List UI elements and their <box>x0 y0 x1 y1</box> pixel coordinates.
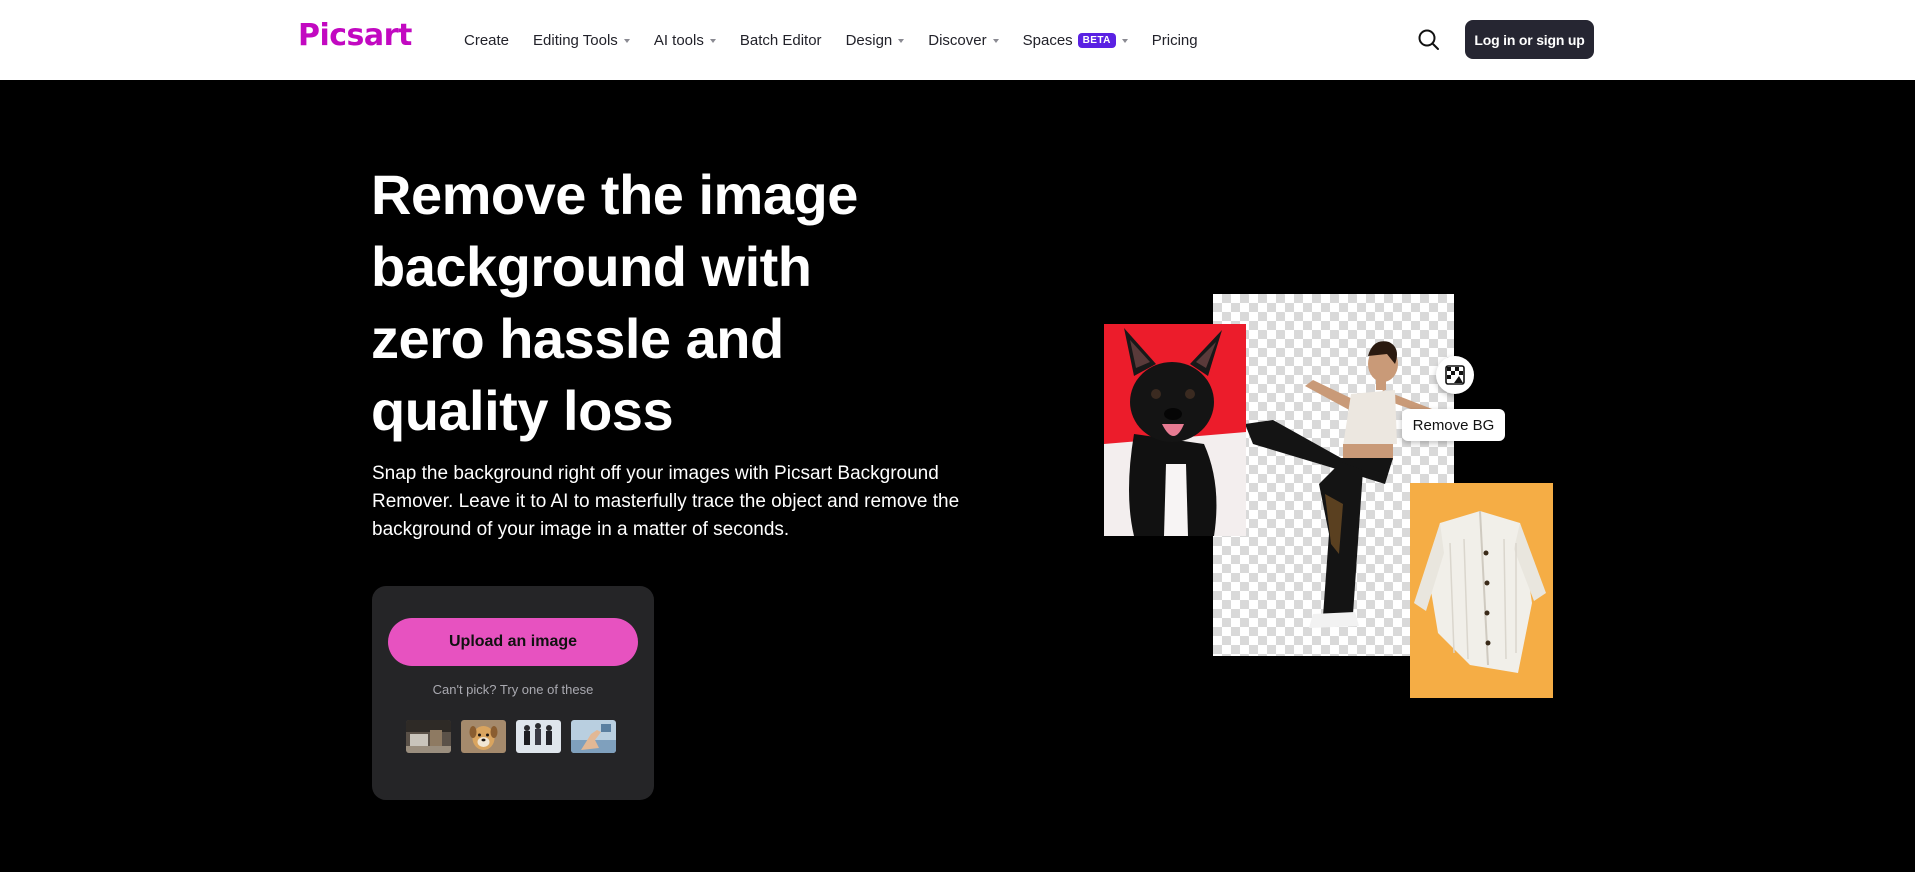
remove-bg-label[interactable]: Remove BG <box>1402 409 1505 441</box>
remove-bg-icon[interactable] <box>1436 356 1474 394</box>
main-nav: Create Editing Tools AI tools Batch Edit… <box>464 0 1222 80</box>
dog-photo <box>1104 324 1246 536</box>
chevron-down-icon <box>992 38 999 43</box>
upload-card: Upload an image Can't pick? Try one of t… <box>372 586 654 800</box>
hero-title: Remove the image background with zero ha… <box>371 163 858 442</box>
sample-people-thumbnail[interactable] <box>516 720 561 753</box>
nav-item-spaces[interactable]: Spaces BETA <box>1023 32 1128 49</box>
nav-item-create[interactable]: Create <box>464 32 509 49</box>
picsart-logo[interactable]: Picsart <box>298 18 412 53</box>
nav-item-label: Editing Tools <box>533 31 618 49</box>
chevron-down-icon <box>898 38 905 43</box>
sweater-photo <box>1410 483 1553 698</box>
login-signup-button[interactable]: Log in or sign up <box>1465 20 1594 59</box>
hero-description: Snap the background right off your image… <box>372 463 960 540</box>
upload-image-button[interactable]: Upload an image <box>388 618 638 666</box>
chevron-down-icon <box>1121 38 1128 43</box>
nav-item-batch-editor[interactable]: Batch Editor <box>740 32 822 49</box>
nav-item-label: Batch Editor <box>739 31 822 49</box>
search-icon[interactable] <box>1416 27 1442 53</box>
nav-item-label: Create <box>464 31 510 49</box>
nav-item-label: Spaces <box>1022 31 1073 49</box>
nav-item-pricing[interactable]: Pricing <box>1152 32 1198 49</box>
white-cardigan-image <box>1410 483 1553 698</box>
nav-item-label: AI tools <box>653 31 704 49</box>
site-header: Picsart Create Editing Tools AI tools Ba… <box>0 0 1915 80</box>
nav-item-design[interactable]: Design <box>846 32 905 49</box>
sample-hand-thumbnail[interactable] <box>571 720 616 753</box>
beta-badge: BETA <box>1077 32 1116 48</box>
nav-item-discover[interactable]: Discover <box>928 31 999 49</box>
chevron-down-icon <box>709 38 716 43</box>
french-bulldog-image <box>1104 324 1246 536</box>
sample-desk-thumbnail[interactable] <box>406 720 451 753</box>
sample-images-label: Can't pick? Try one of these <box>432 682 594 697</box>
nav-item-label: Pricing <box>1151 31 1198 49</box>
nav-item-editing-tools[interactable]: Editing Tools <box>533 32 630 49</box>
nav-item-label: Design <box>845 31 893 49</box>
nav-item-label: Discover <box>928 31 987 49</box>
nav-item-ai-tools[interactable]: AI tools <box>654 32 716 49</box>
sample-dog-thumbnail[interactable] <box>461 720 506 753</box>
chevron-down-icon <box>623 38 630 43</box>
sample-thumbnails <box>406 720 616 753</box>
